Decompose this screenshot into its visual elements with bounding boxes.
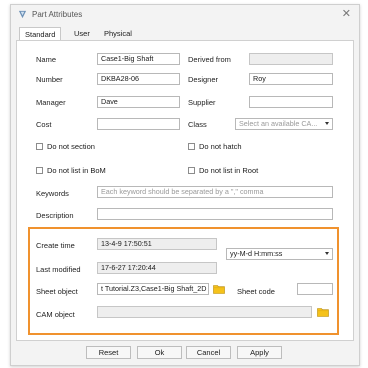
keywords-field[interactable]: Each keyword should be separated by a ",… (97, 186, 333, 198)
derived-from-field[interactable] (249, 53, 333, 65)
cam-object-folder-icon[interactable] (317, 307, 329, 317)
create-time-field: 13-4-9 17:50:51 (97, 238, 217, 250)
name-label: Name (36, 55, 57, 64)
last-modified-field: 17-6-27 17:20:44 (97, 262, 217, 274)
do-not-hatch-checkbox[interactable] (188, 143, 195, 150)
manager-field[interactable]: Dave (97, 96, 180, 108)
create-time-label: Create time (36, 241, 75, 250)
do-not-list-root-checkbox[interactable] (188, 167, 195, 174)
do-not-list-bom-checkbox[interactable] (36, 167, 43, 174)
reset-button[interactable]: Reset (86, 346, 131, 359)
sheet-object-label: Sheet object (36, 287, 78, 296)
date-format-value: yy-M-d H:mm:ss (230, 249, 283, 258)
cam-object-label: CAM object (36, 310, 75, 319)
supplier-label: Supplier (188, 98, 216, 107)
chevron-down-icon (325, 252, 329, 255)
class-select[interactable]: Select an available CA... (235, 118, 333, 130)
do-not-list-root-label: Do not list in Root (199, 166, 259, 175)
title-bar: Part Attributes ✕ (11, 5, 359, 25)
last-modified-label: Last modified (36, 265, 81, 274)
tab-user[interactable]: User (69, 27, 95, 40)
manager-label: Manager (36, 98, 66, 107)
cancel-button[interactable]: Cancel (186, 346, 231, 359)
apply-button[interactable]: Apply (237, 346, 282, 359)
number-field[interactable]: DKBA28-06 (97, 73, 180, 85)
class-label: Class (188, 120, 207, 129)
close-icon[interactable]: ✕ (342, 8, 351, 20)
window-title: Part Attributes (32, 10, 83, 19)
description-label: Description (36, 211, 74, 220)
do-not-list-bom-label: Do not list in BoM (47, 166, 106, 175)
supplier-field[interactable] (249, 96, 333, 108)
app-icon (18, 10, 27, 19)
sheet-code-label: Sheet code (237, 287, 275, 296)
designer-field[interactable]: Roy (249, 73, 333, 85)
sheet-code-field[interactable] (297, 283, 333, 295)
tab-physical[interactable]: Physical (99, 27, 137, 40)
number-label: Number (36, 75, 63, 84)
cost-field[interactable] (97, 118, 180, 130)
cost-label: Cost (36, 120, 52, 129)
sheet-object-field[interactable]: t Tutorial.Z3,Case1-Big Shaft_2D (97, 283, 209, 295)
sheet-object-folder-icon[interactable] (213, 284, 225, 294)
do-not-section-checkbox[interactable] (36, 143, 43, 150)
chevron-down-icon (325, 122, 329, 125)
date-format-select[interactable]: yy-M-d H:mm:ss (226, 248, 333, 260)
designer-label: Designer (188, 75, 219, 84)
do-not-section-label: Do not section (47, 142, 95, 151)
ok-button[interactable]: Ok (137, 346, 182, 359)
description-field[interactable] (97, 208, 333, 220)
derived-from-label: Derived from (188, 55, 231, 64)
do-not-hatch-label: Do not hatch (199, 142, 242, 151)
name-field[interactable]: Case1-Big Shaft (97, 53, 180, 65)
class-select-placeholder: Select an available CA... (239, 119, 318, 128)
cam-object-field[interactable] (97, 306, 312, 318)
keywords-label: Keywords (36, 189, 69, 198)
